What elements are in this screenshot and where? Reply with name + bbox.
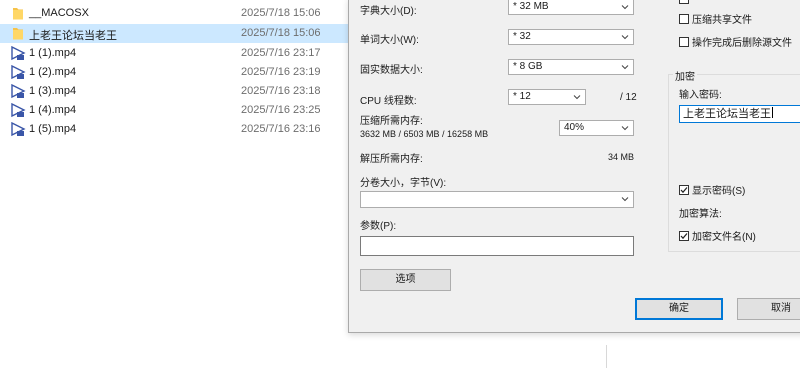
file-name: 1 (2).mp4 [29, 66, 77, 78]
archive-dialog: 字典大小(D): * 32 MB 单词大小(W): * 32 固实数据大小: *… [348, 0, 800, 333]
list-item[interactable]: 1 (2).mp4 2025/7/16 23:19 [0, 63, 348, 82]
text-caret [772, 107, 773, 118]
cancel-button[interactable]: 取消 [737, 298, 800, 320]
list-item[interactable]: 1 (5).mp4 2025/7/16 23:16 [0, 120, 348, 139]
show-password-checkbox[interactable]: 显示密码(S) [679, 182, 745, 197]
chevron-down-icon [621, 65, 629, 70]
list-item[interactable]: __MACOSX 2025/7/18 15:06 [0, 4, 348, 23]
memory-usage-value: 40% [564, 122, 585, 133]
checkbox-partial[interactable] [679, 0, 692, 4]
chevron-down-icon [573, 95, 581, 100]
encrypt-filenames-label: 加密文件名(N) [692, 232, 756, 243]
decompress-memory-label: 解压所需内存: [360, 154, 423, 165]
file-name: 1 (5).mp4 [29, 123, 77, 135]
show-password-label: 显示密码(S) [692, 186, 746, 197]
video-file-icon [11, 65, 26, 80]
encryption-method-label: 加密算法: [679, 209, 722, 220]
checkbox-box [679, 13, 689, 24]
word-size-value: * 32 [513, 31, 531, 42]
password-label: 输入密码: [679, 90, 722, 101]
compress-memory-detail: 3632 MB / 6503 MB / 16258 MB [360, 129, 489, 139]
encryption-group-title: 加密 [673, 68, 697, 83]
file-date: 2025/7/16 23:19 [241, 66, 321, 78]
file-name: 1 (1).mp4 [29, 47, 77, 59]
checkmark-icon [680, 186, 688, 193]
parameters-input[interactable] [360, 236, 634, 256]
file-name: __MACOSX [29, 7, 89, 19]
folder-icon [13, 8, 23, 20]
chevron-down-icon [621, 197, 629, 202]
checkmark-icon [680, 232, 688, 239]
memory-usage-select[interactable]: 40% [559, 120, 634, 136]
checkbox-box [679, 36, 689, 47]
dict-size-select[interactable]: * 32 MB [508, 0, 634, 15]
cpu-threads-max: / 12 [620, 92, 637, 103]
parameters-label: 参数(P): [360, 221, 397, 232]
split-volume-combo[interactable] [360, 191, 634, 208]
checkbox-box [679, 184, 689, 195]
password-value: 上老王论坛当老王 [683, 108, 771, 120]
dict-size-label: 字典大小(D): [360, 6, 417, 17]
chevron-down-icon [621, 126, 629, 131]
file-name: 1 (4).mp4 [29, 104, 77, 116]
divider [606, 345, 607, 368]
file-date: 2025/7/18 15:06 [241, 7, 321, 19]
checkbox-box [679, 0, 689, 4]
compress-shared-checkbox[interactable]: 压缩共享文件 [679, 11, 752, 26]
compress-memory-label: 压缩所需内存: [360, 116, 423, 127]
chevron-down-icon [621, 35, 629, 40]
file-date: 2025/7/16 23:18 [241, 85, 321, 97]
video-file-icon [11, 103, 26, 118]
word-size-label: 单词大小(W): [360, 35, 419, 46]
delete-after-label: 操作完成后删除源文件 [692, 38, 792, 49]
solid-block-select[interactable]: * 8 GB [508, 59, 634, 75]
video-file-icon [11, 84, 26, 99]
password-input[interactable]: 上老王论坛当老王 [679, 105, 800, 123]
video-file-icon [11, 46, 26, 61]
cpu-threads-select[interactable]: * 12 [508, 89, 586, 105]
cpu-threads-value: * 12 [513, 91, 531, 102]
options-button[interactable]: 选项 [360, 269, 451, 291]
cpu-threads-label: CPU 线程数: [360, 96, 417, 107]
solid-block-value: * 8 GB [513, 61, 543, 72]
compress-shared-label: 压缩共享文件 [692, 15, 752, 26]
file-date: 2025/7/16 23:16 [241, 123, 321, 135]
checkbox-box [679, 230, 689, 241]
list-item-selected[interactable]: 上老王论坛当老王 2025/7/18 15:06 [0, 24, 348, 43]
dict-size-value: * 32 MB [513, 1, 549, 12]
list-item[interactable]: 1 (1).mp4 2025/7/16 23:17 [0, 44, 348, 63]
word-size-select[interactable]: * 32 [508, 29, 634, 45]
file-date: 2025/7/18 15:06 [241, 27, 321, 39]
file-list: __MACOSX 2025/7/18 15:06 上老王论坛当老王 2025/7… [0, 0, 348, 368]
delete-after-checkbox[interactable]: 操作完成后删除源文件 [679, 34, 792, 49]
file-name: 1 (3).mp4 [29, 85, 77, 97]
solid-block-label: 固实数据大小: [360, 65, 423, 76]
list-item[interactable]: 1 (4).mp4 2025/7/16 23:25 [0, 101, 348, 120]
video-file-icon [11, 122, 26, 137]
split-volume-label: 分卷大小，字节(V): [360, 178, 447, 189]
list-item[interactable]: 1 (3).mp4 2025/7/16 23:18 [0, 82, 348, 101]
file-date: 2025/7/16 23:17 [241, 47, 321, 59]
chevron-down-icon [621, 5, 629, 10]
encrypt-filenames-checkbox[interactable]: 加密文件名(N) [679, 228, 756, 243]
folder-icon [13, 28, 23, 40]
file-name: 上老王论坛当老王 [29, 30, 117, 42]
decompress-memory-value: 34 MB [608, 152, 635, 162]
ok-button[interactable]: 确定 [635, 298, 723, 320]
file-date: 2025/7/16 23:25 [241, 104, 321, 116]
